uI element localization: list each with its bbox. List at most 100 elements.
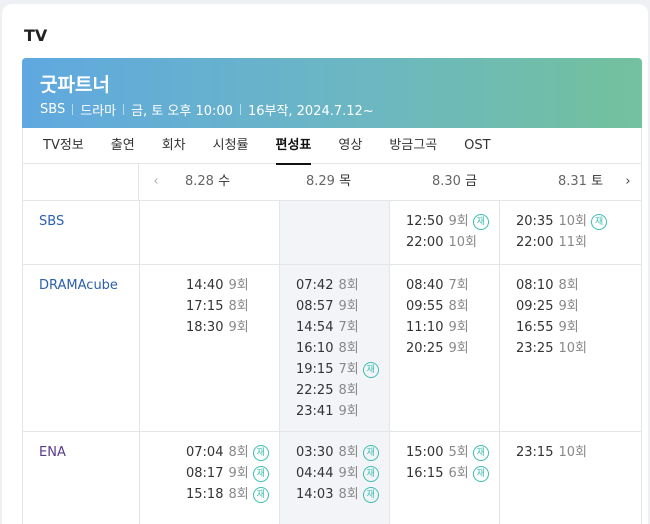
tab-ratings[interactable]: 시청률 bbox=[213, 128, 249, 164]
rerun-badge: 재 bbox=[472, 444, 489, 461]
slot-time: 07:04 bbox=[186, 445, 224, 460]
schedule-slot[interactable]: 09:25 9회 bbox=[516, 296, 579, 317]
section-title: TV bbox=[24, 26, 48, 45]
airtime: 금, 토 오후 10:00 bbox=[131, 104, 233, 119]
slot-episode: 9회 bbox=[448, 214, 469, 229]
slot-time: 08:17 bbox=[186, 466, 224, 481]
schedule-cell bbox=[139, 201, 279, 264]
schedule-slot[interactable]: 19:15 7회 재 bbox=[296, 359, 379, 380]
rerun-badge: 재 bbox=[252, 486, 269, 503]
slot-episode: 8회 bbox=[338, 383, 359, 398]
schedule-slot[interactable]: 17:15 8회 bbox=[186, 296, 249, 317]
slot-episode: 8회 bbox=[228, 299, 249, 314]
program-banner: 굿파트너 SBS 드라마 금, 토 오후 10:00 16부작, 2024.7.… bbox=[22, 58, 642, 128]
rerun-badge: 재 bbox=[362, 444, 379, 461]
schedule-slot[interactable]: 03:30 8회 재 bbox=[296, 442, 379, 463]
schedule-slot[interactable]: 14:54 7회 bbox=[296, 317, 359, 338]
schedule-slot[interactable]: 07:42 8회 bbox=[296, 275, 359, 296]
slot-episode: 9회 bbox=[338, 299, 359, 314]
slot-episode: 10회 bbox=[558, 214, 587, 229]
slot-episode: 8회 bbox=[338, 487, 359, 502]
schedule-slot[interactable]: 22:25 8회 bbox=[296, 380, 359, 401]
slot-time: 16:15 bbox=[406, 466, 444, 481]
schedule-slot[interactable]: 20:25 9회 bbox=[406, 338, 469, 359]
slot-time: 16:10 bbox=[296, 341, 334, 356]
schedule-slot[interactable]: 11:10 9회 bbox=[406, 317, 469, 338]
slot-time: 15:18 bbox=[186, 487, 224, 502]
schedule-slot[interactable]: 08:10 8회 bbox=[516, 275, 579, 296]
slot-episode: 9회 bbox=[558, 299, 579, 314]
slot-time: 15:00 bbox=[406, 445, 444, 460]
schedule-slot[interactable]: 08:40 7회 bbox=[406, 275, 469, 296]
slot-episode: 9회 bbox=[338, 466, 359, 481]
slot-episode: 10회 bbox=[558, 445, 587, 460]
schedule-slot[interactable]: 09:55 8회 bbox=[406, 296, 469, 317]
schedule-row: 07:04 8회 재 08:17 9회 재 15:18 8회 재 03:30 8회 재 04:44 9회 재… bbox=[23, 432, 641, 524]
schedule-slot[interactable]: 22:00 10회 bbox=[406, 232, 477, 253]
slot-episode: 8회 bbox=[338, 445, 359, 460]
rerun-badge: 재 bbox=[252, 465, 269, 482]
schedule-slot[interactable]: 08:17 9회 재 bbox=[186, 463, 269, 484]
tab-videos[interactable]: 영상 bbox=[338, 128, 362, 164]
schedule-cell: 14:40 9회 17:15 8회 18:30 9회 bbox=[139, 265, 279, 431]
schedule-slot[interactable]: 12:50 9회 재 bbox=[406, 211, 489, 232]
schedule-slot[interactable]: 14:40 9회 bbox=[186, 275, 249, 296]
schedule-slot[interactable]: 23:41 9회 bbox=[296, 401, 359, 422]
tab-cast[interactable]: 출연 bbox=[111, 128, 135, 164]
slot-episode: 9회 bbox=[448, 341, 469, 356]
slot-time: 08:57 bbox=[296, 299, 334, 314]
slot-time: 16:55 bbox=[516, 320, 554, 335]
schedule-slot[interactable]: 22:00 11회 bbox=[516, 232, 587, 253]
schedule-slot[interactable]: 15:18 8회 재 bbox=[186, 484, 269, 505]
schedule-slot[interactable]: 15:00 5회 재 bbox=[406, 442, 489, 463]
slot-time: 14:40 bbox=[186, 278, 224, 293]
program-title[interactable]: 굿파트너 bbox=[40, 70, 110, 97]
prev-date-button[interactable]: ‹ bbox=[145, 164, 167, 200]
schedule-slot[interactable]: 08:57 9회 bbox=[296, 296, 359, 317]
slot-episode: 8회 bbox=[448, 299, 469, 314]
schedule-slot[interactable]: 20:35 10회 재 bbox=[516, 211, 607, 232]
schedule-row: 14:40 9회 17:15 8회 18:30 9회 07:42 8회 08:57 9회 14:54… bbox=[23, 265, 641, 432]
slot-episode: 8회 bbox=[338, 278, 359, 293]
slot-time: 09:55 bbox=[406, 299, 444, 314]
schedule-slot[interactable]: 04:44 9회 재 bbox=[296, 463, 379, 484]
tab-bar: TV정보 출연 회차 시청률 편성표 영상 방금그곡 OST bbox=[22, 128, 642, 165]
rerun-badge: 재 bbox=[252, 444, 269, 461]
channel-sbs[interactable]: SBS bbox=[39, 214, 64, 229]
schedule-slot[interactable]: 07:04 8회 재 bbox=[186, 442, 269, 463]
schedule-slot[interactable]: 16:55 9회 bbox=[516, 317, 579, 338]
schedule-slot[interactable]: 18:30 9회 bbox=[186, 317, 249, 338]
schedule-slot[interactable]: 16:15 6회 재 bbox=[406, 463, 489, 484]
slot-time: 07:42 bbox=[296, 278, 334, 293]
slot-time: 08:40 bbox=[406, 278, 444, 293]
slot-time: 22:00 bbox=[406, 235, 444, 250]
rerun-badge: 재 bbox=[472, 213, 489, 230]
slot-time: 12:50 bbox=[406, 214, 444, 229]
tab-schedule[interactable]: 편성표 bbox=[275, 128, 311, 165]
meta-divider bbox=[72, 104, 74, 115]
channel-ena[interactable]: ENA bbox=[39, 445, 66, 460]
tab-episodes[interactable]: 회차 bbox=[162, 128, 186, 164]
date-header-row: ‹ 8.28 수 8.29 목 8.30 금 8.31 토 › bbox=[23, 164, 641, 201]
channel-dramacube[interactable]: DRAMAcube bbox=[39, 278, 118, 293]
schedule-slot[interactable]: 23:25 10회 bbox=[516, 338, 587, 359]
rerun-badge: 재 bbox=[362, 361, 379, 378]
slot-episode: 9회 bbox=[228, 320, 249, 335]
date-header: 8.31 토 bbox=[558, 174, 604, 189]
slot-time: 23:25 bbox=[516, 341, 554, 356]
schedule-cell: 08:40 7회 09:55 8회 11:10 9회 20:25 9회 bbox=[389, 265, 499, 431]
next-date-button[interactable]: › bbox=[617, 164, 639, 200]
tab-tv-info[interactable]: TV정보 bbox=[43, 128, 84, 164]
tab-song-search[interactable]: 방금그곡 bbox=[389, 128, 437, 164]
slot-time: 08:10 bbox=[516, 278, 554, 293]
tab-ost[interactable]: OST bbox=[464, 128, 490, 164]
slot-episode: 8회 bbox=[338, 341, 359, 356]
schedule-slot[interactable]: 16:10 8회 bbox=[296, 338, 359, 359]
schedule-slot[interactable]: 14:03 8회 재 bbox=[296, 484, 379, 505]
schedule-slot[interactable]: 23:15 10회 bbox=[516, 442, 587, 463]
schedule-cell: 07:42 8회 08:57 9회 14:54 7회 16:10 8회 19:15 7회 재 22:2… bbox=[279, 265, 389, 431]
slot-time: 20:25 bbox=[406, 341, 444, 356]
schedule-cell bbox=[279, 201, 389, 264]
schedule-cell: 23:15 10회 bbox=[499, 432, 641, 524]
schedule-cell: 15:00 5회 재 16:15 6회 재 bbox=[389, 432, 499, 524]
